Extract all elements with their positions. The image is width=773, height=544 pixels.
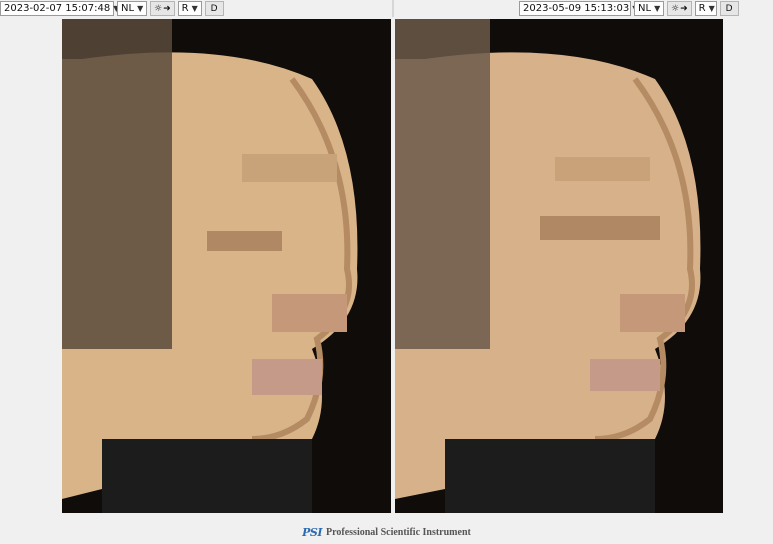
right-light-toggle-button[interactable]: ☼ ➜ [667,1,692,16]
left-timestamp-select[interactable]: 2023-02-07 15:07:48 ▼ [0,1,119,16]
right-face-photo[interactable] [395,19,723,513]
left-mode-value: NL [121,3,135,14]
company-name: Professional Scientific Instrument [326,526,471,538]
right-face-illustration [395,19,723,513]
chevron-down-icon: ▼ [708,4,715,13]
right-d-label: D [725,3,733,14]
sun-icon: ☼ [671,3,680,14]
right-panel-toolbar: 2023-05-09 15:13:03 ▼ NL ▼ ☼ ➜ R ▼ D [519,0,739,17]
right-side-value: R [698,3,706,14]
sun-icon: ☼ [154,3,163,14]
right-mode-select[interactable]: NL ▼ [634,1,664,16]
left-light-toggle-button[interactable]: ☼ ➜ [150,1,175,16]
psi-logo: PSI [302,525,323,539]
left-panel-toolbar: 2023-02-07 15:07:48 ▼ NL ▼ ☼ ➜ R ▼ D [0,0,224,17]
footer: PSI Professional Scientific Instrument [0,520,773,544]
left-d-button[interactable]: D [204,1,224,16]
left-timestamp-value: 2023-02-07 15:07:48 [4,3,111,14]
arrow-right-icon: ➜ [163,3,171,14]
left-side-value: R [181,3,189,14]
right-side-select[interactable]: R ▼ [694,1,717,16]
right-timestamp-select[interactable]: 2023-05-09 15:13:03 ▼ [519,1,638,16]
right-mode-value: NL [638,3,652,14]
left-face-photo[interactable] [62,19,391,513]
right-timestamp-value: 2023-05-09 15:13:03 [523,3,630,14]
chevron-down-icon: ▼ [137,4,144,13]
chevron-down-icon: ▼ [654,4,661,13]
right-d-button[interactable]: D [719,1,739,16]
arrow-right-icon: ➜ [680,3,688,14]
toolbar-divider [392,0,394,17]
chevron-down-icon: ▼ [191,4,198,13]
left-mode-select[interactable]: NL ▼ [117,1,147,16]
left-face-illustration [62,19,391,513]
left-side-select[interactable]: R ▼ [177,1,202,16]
left-d-label: D [210,3,218,14]
